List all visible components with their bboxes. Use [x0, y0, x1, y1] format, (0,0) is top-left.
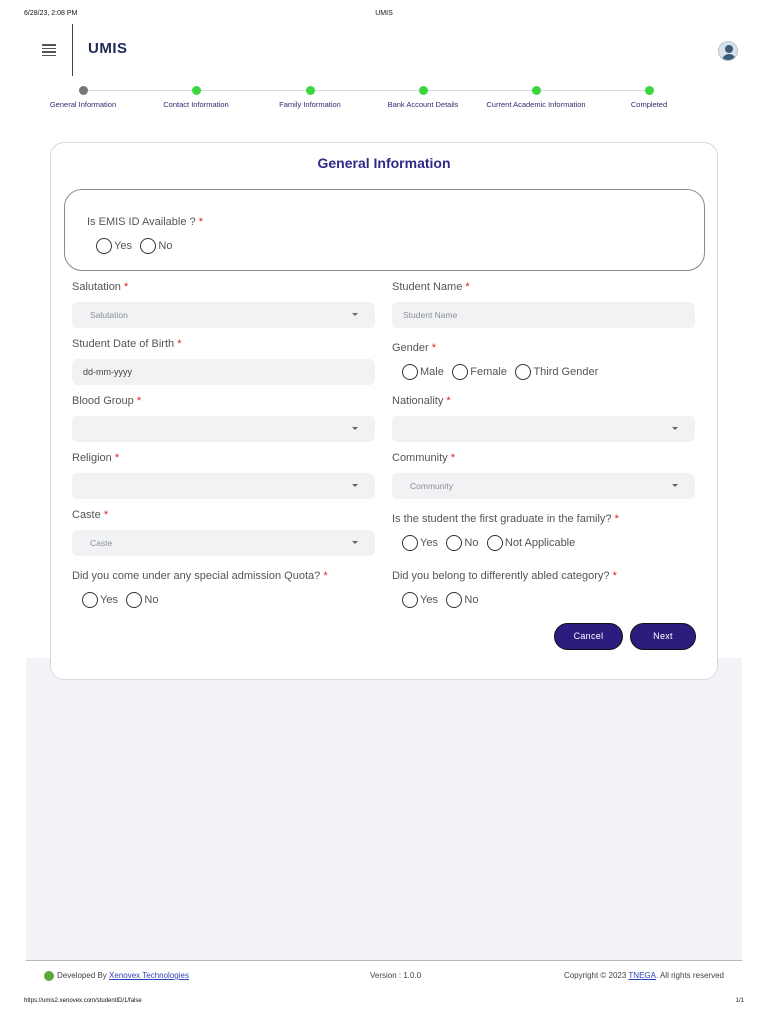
app-footer: Developed By Xenovex Technologies Versio…	[26, 960, 742, 1000]
religion-select[interactable]	[72, 473, 375, 499]
dropdown-caret-icon	[352, 427, 358, 430]
nationality-select[interactable]	[392, 416, 695, 442]
nationality-label: Nationality *	[392, 395, 451, 407]
community-select[interactable]: Community	[392, 473, 695, 499]
caste-label: Caste *	[72, 509, 109, 521]
version-text: Version : 1.0.0	[370, 971, 422, 980]
emis-question-label: Is EMIS ID Available ? *	[87, 216, 203, 228]
header-divider	[72, 24, 73, 76]
first-graduate-yes-radio[interactable]: Yes	[402, 534, 438, 552]
caste-select[interactable]: Caste	[72, 530, 375, 556]
religion-label: Religion *	[72, 452, 120, 464]
app-title: UMIS	[88, 40, 128, 57]
step-label: Completed	[630, 100, 668, 109]
dropdown-caret-icon	[352, 484, 358, 487]
print-url: https://umis2.xenovex.com/studentID/1/fa…	[24, 998, 142, 1004]
copyright-text: Copyright © 2023 TNEGA. All rights reser…	[563, 971, 724, 980]
top-bar: UMIS	[26, 24, 742, 76]
next-button[interactable]: Next	[630, 623, 696, 650]
xenovex-logo-icon	[44, 971, 54, 981]
special-quota-no-radio[interactable]: No	[126, 591, 158, 609]
progress-stepper: General Information Contact Information …	[26, 82, 742, 116]
blood-group-label: Blood Group *	[72, 395, 142, 407]
student-name-label: Student Name *	[392, 281, 470, 293]
step-dot	[644, 86, 654, 95]
differently-abled-no-radio[interactable]: No	[446, 591, 478, 609]
step-completed[interactable]: Completed	[579, 86, 719, 109]
user-avatar-icon[interactable]	[718, 41, 738, 61]
dropdown-caret-icon	[352, 541, 358, 544]
developed-by: Developed By Xenovex Technologies	[44, 971, 189, 981]
general-information-card: General Information Is EMIS ID Available…	[50, 142, 718, 680]
gender-female-radio[interactable]: Female	[452, 363, 507, 381]
emis-radio-group: Yes No	[96, 237, 176, 255]
differently-abled-label: Did you belong to differently abled cate…	[392, 570, 617, 582]
dob-input[interactable]: dd-mm-yyyy	[72, 359, 375, 385]
step-dot	[78, 86, 88, 95]
emis-yes-radio[interactable]: Yes	[96, 237, 132, 255]
dropdown-caret-icon	[672, 427, 678, 430]
first-graduate-no-radio[interactable]: No	[446, 534, 478, 552]
special-quota-yes-radio[interactable]: Yes	[82, 591, 118, 609]
dob-label: Student Date of Birth *	[72, 338, 182, 350]
dropdown-caret-icon	[352, 313, 358, 316]
form-title: General Information	[317, 155, 451, 171]
emis-question-box: Is EMIS ID Available ? * Yes No	[64, 189, 705, 271]
student-name-input[interactable]: Student Name	[392, 302, 695, 328]
first-graduate-na-radio[interactable]: Not Applicable	[486, 534, 575, 552]
community-label: Community *	[392, 452, 455, 464]
print-page-number: 1/1	[735, 998, 744, 1004]
salutation-select[interactable]: Salutation	[72, 302, 375, 328]
special-quota-radio-group: Yes No	[82, 591, 162, 609]
step-dot	[191, 86, 201, 95]
step-dot	[305, 86, 315, 95]
print-datetime: 6/28/23, 2:08 PM	[24, 10, 78, 17]
print-header: 6/28/23, 2:08 PM UMIS	[24, 10, 744, 22]
first-graduate-radio-group: Yes No Not Applicable	[402, 534, 579, 552]
print-doc-title: UMIS	[375, 10, 393, 17]
print-footer: https://umis2.xenovex.com/studentID/1/fa…	[24, 998, 744, 1010]
step-dot	[531, 86, 541, 95]
cancel-button[interactable]: Cancel	[554, 623, 623, 650]
differently-abled-yes-radio[interactable]: Yes	[402, 591, 438, 609]
step-dot	[418, 86, 428, 95]
gender-radio-group: Male Female Third Gender	[402, 363, 602, 381]
gender-label: Gender *	[392, 342, 437, 354]
differently-abled-radio-group: Yes No	[402, 591, 482, 609]
salutation-label: Salutation *	[72, 281, 129, 293]
developer-link[interactable]: Xenovex Technologies	[109, 971, 189, 980]
special-quota-label: Did you come under any special admission…	[72, 570, 328, 582]
gender-third-radio[interactable]: Third Gender	[515, 363, 598, 381]
gender-male-radio[interactable]: Male	[402, 363, 444, 381]
tnega-link[interactable]: TNEGA	[628, 971, 656, 980]
blood-group-select[interactable]	[72, 416, 375, 442]
app-window: UMIS General Information Contact Informa…	[26, 24, 742, 1000]
dropdown-caret-icon	[672, 484, 678, 487]
first-graduate-label: Is the student the first graduate in the…	[392, 513, 619, 525]
emis-no-radio[interactable]: No	[140, 237, 172, 255]
hamburger-menu-icon[interactable]	[42, 44, 56, 56]
